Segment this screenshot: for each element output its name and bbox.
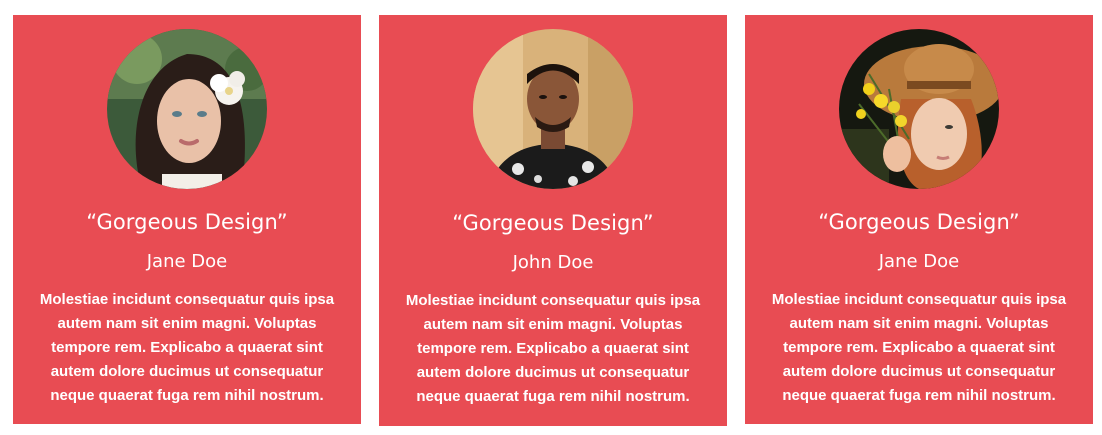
testimonial-text: Molestiae incidunt consequatur quis ipsa… bbox=[771, 291, 1067, 404]
testimonial-text: Molestiae incidunt consequatur quis ipsa… bbox=[405, 292, 701, 405]
testimonial-card: “Gorgeous Design” Jane Doe Molestiae inc… bbox=[13, 15, 361, 424]
testimonial-author: Jane Doe bbox=[146, 251, 228, 272]
testimonial-quote: “Gorgeous Design” bbox=[86, 210, 288, 234]
avatar bbox=[839, 29, 999, 189]
avatar bbox=[473, 29, 633, 189]
testimonials-section: “Gorgeous Design” Jane Doe Molestiae inc… bbox=[0, 0, 1102, 435]
testimonial-card: “Gorgeous Design” Jane Doe Molestiae inc… bbox=[745, 15, 1093, 424]
man-in-floral-shirt-photo bbox=[473, 29, 633, 189]
testimonial-text: Molestiae incidunt consequatur quis ipsa… bbox=[39, 291, 335, 404]
testimonial-author: John Doe bbox=[512, 252, 594, 273]
testimonial-quote: “Gorgeous Design” bbox=[452, 211, 654, 235]
testimonial-quote: “Gorgeous Design” bbox=[818, 210, 1020, 234]
testimonial-card: “Gorgeous Design” John Doe Molestiae inc… bbox=[379, 15, 727, 426]
testimonial-author: Jane Doe bbox=[878, 251, 960, 272]
avatar bbox=[107, 29, 267, 189]
woman-with-white-flower-photo bbox=[107, 29, 267, 189]
woman-in-straw-hat-photo bbox=[839, 29, 999, 189]
